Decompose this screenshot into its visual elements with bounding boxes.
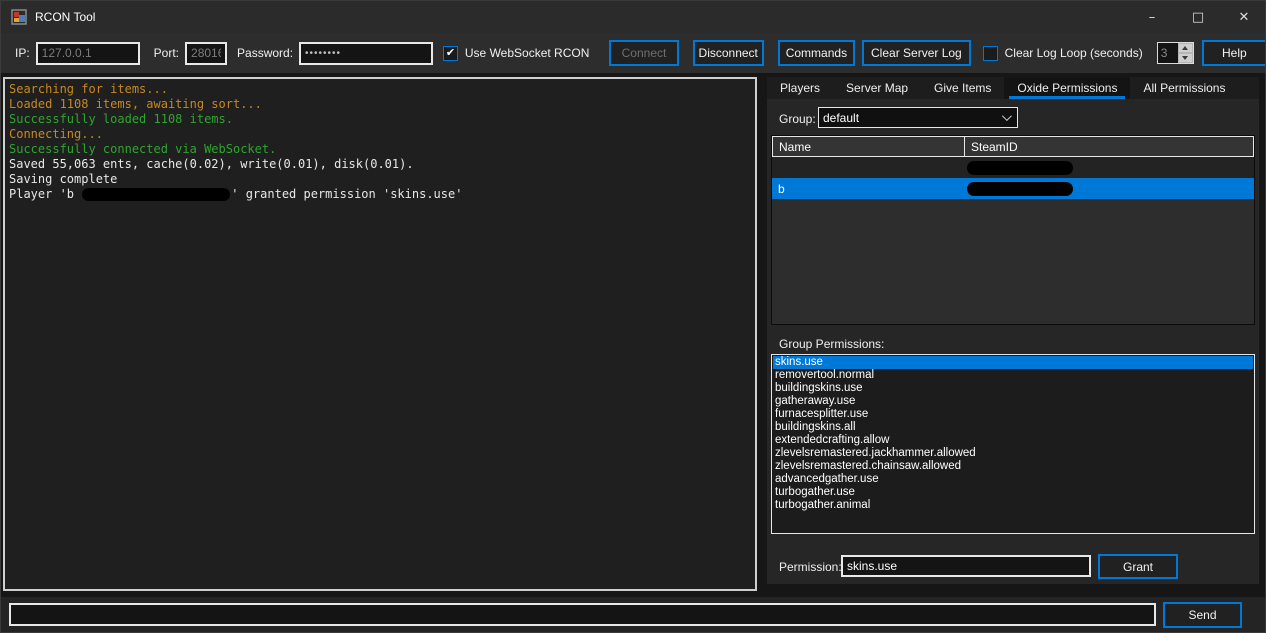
players-table-header: Name SteamID xyxy=(772,136,1254,157)
window-title: RCON Tool xyxy=(35,10,95,24)
player-name-cell xyxy=(772,157,964,178)
ip-input[interactable] xyxy=(36,42,140,65)
connect-button: Connect xyxy=(609,40,678,66)
column-header-steamid[interactable]: SteamID xyxy=(965,137,1253,156)
stepper-down-button[interactable] xyxy=(1178,53,1193,63)
permission-item[interactable]: turbogather.animal xyxy=(773,499,1253,512)
permission-item[interactable]: extendedcrafting.allow xyxy=(773,434,1253,447)
log-line: Saved 55,063 ents, cache(0.02), write(0.… xyxy=(9,157,751,172)
permission-item[interactable]: gatheraway.use xyxy=(773,395,1253,408)
permission-item[interactable]: advancedgather.use xyxy=(773,473,1253,486)
tab-give-items[interactable]: Give Items xyxy=(921,77,1004,99)
tab-server-map[interactable]: Server Map xyxy=(833,77,921,99)
permission-item[interactable]: zlevelsremastered.chainsaw.allowed xyxy=(773,460,1253,473)
redacted-steamid xyxy=(967,161,1073,175)
tab-players[interactable]: Players xyxy=(767,77,833,99)
help-button[interactable]: Help xyxy=(1202,40,1266,66)
player-steamid-cell xyxy=(964,157,1254,178)
permission-item[interactable]: furnacesplitter.use xyxy=(773,408,1253,421)
app-icon xyxy=(11,9,27,25)
column-header-name[interactable]: Name xyxy=(773,137,965,156)
player-row[interactable]: b xyxy=(772,178,1254,199)
disconnect-button[interactable]: Disconnect xyxy=(693,40,764,66)
server-log[interactable]: Searching for items...Loaded 1108 items,… xyxy=(3,77,757,591)
password-input[interactable] xyxy=(299,42,433,65)
log-line: Successfully loaded 1108 items. xyxy=(9,112,751,127)
group-select[interactable]: default xyxy=(818,107,1018,128)
permission-label: Permission: xyxy=(779,560,842,574)
send-button[interactable]: Send xyxy=(1163,602,1242,628)
permission-item[interactable]: buildingskins.use xyxy=(773,382,1253,395)
clear-log-loop-checkbox[interactable] xyxy=(983,46,998,61)
log-line: Searching for items... xyxy=(9,82,751,97)
password-label: Password: xyxy=(237,46,293,60)
websocket-label: Use WebSocket RCON xyxy=(465,46,589,60)
port-input[interactable] xyxy=(185,42,227,65)
permission-item[interactable]: turbogather.use xyxy=(773,486,1253,499)
tab-oxide-permissions[interactable]: Oxide Permissions xyxy=(1004,77,1130,99)
title-bar: RCON Tool – □ ✕ xyxy=(1,1,1266,33)
port-label: Port: xyxy=(154,46,179,60)
arrow-up-icon xyxy=(1182,46,1188,50)
players-table-body: b xyxy=(772,157,1254,199)
permission-item[interactable]: zlevelsremastered.jackhammer.allowed xyxy=(773,447,1253,460)
commands-button[interactable]: Commands xyxy=(778,40,855,66)
permission-input[interactable] xyxy=(841,555,1091,577)
minimize-icon: – xyxy=(1149,10,1156,25)
log-line: Saving complete xyxy=(9,172,751,187)
clear-server-log-button[interactable]: Clear Server Log xyxy=(862,40,971,66)
stepper-up-button[interactable] xyxy=(1178,43,1193,53)
group-selected-value: default xyxy=(823,111,859,125)
right-tab-control: PlayersServer MapGive ItemsOxide Permiss… xyxy=(767,77,1259,591)
rcon-tool-window: RCON Tool – □ ✕ IP: Port: Password: ✔ Us… xyxy=(0,0,1266,633)
command-input[interactable] xyxy=(9,603,1156,626)
chevron-down-icon xyxy=(1002,111,1012,121)
maximize-button[interactable]: □ xyxy=(1175,1,1221,33)
loop-seconds-stepper: 3 xyxy=(1157,42,1194,64)
log-line: Loaded 1108 items, awaiting sort... xyxy=(9,97,751,112)
grant-button[interactable]: Grant xyxy=(1098,554,1178,579)
close-button[interactable]: ✕ xyxy=(1221,1,1266,33)
log-line: Player 'b ' granted permission 'skins.us… xyxy=(9,187,751,202)
minimize-button[interactable]: – xyxy=(1129,1,1175,33)
group-permissions-label: Group Permissions: xyxy=(779,337,884,351)
log-line: Successfully connected via WebSocket. xyxy=(9,142,751,157)
ip-label: IP: xyxy=(15,46,30,60)
check-icon: ✔ xyxy=(446,48,455,59)
arrow-down-icon xyxy=(1182,56,1188,60)
maximize-icon: □ xyxy=(1192,10,1204,25)
group-permissions-list[interactable]: skins.useremovertool.normalbuildingskins… xyxy=(771,354,1255,534)
tab-all-permissions[interactable]: All Permissions xyxy=(1130,77,1238,99)
player-row[interactable] xyxy=(772,157,1254,178)
redacted-text xyxy=(82,188,230,201)
player-name-cell: b xyxy=(772,178,964,199)
permission-item[interactable]: skins.use xyxy=(773,356,1253,369)
permission-item[interactable]: removertool.normal xyxy=(773,369,1253,382)
log-line: Connecting... xyxy=(9,127,751,142)
group-label: Group: xyxy=(779,112,816,126)
close-icon: ✕ xyxy=(1239,10,1250,25)
tab-strip: PlayersServer MapGive ItemsOxide Permiss… xyxy=(767,77,1259,99)
redacted-steamid xyxy=(967,182,1073,196)
command-bar: Send xyxy=(1,597,1266,633)
window-controls: – □ ✕ xyxy=(1129,1,1266,33)
permission-item[interactable]: buildingskins.all xyxy=(773,421,1253,434)
connection-toolbar: IP: Port: Password: ✔ Use WebSocket RCON… xyxy=(1,33,1266,73)
clear-log-loop-label: Clear Log Loop (seconds) xyxy=(1005,46,1143,60)
players-table: Name SteamID b xyxy=(771,135,1255,325)
player-steamid-cell xyxy=(964,178,1254,199)
oxide-permissions-panel: Group: default Name SteamID b Group Perm… xyxy=(767,99,1259,584)
websocket-checkbox[interactable]: ✔ xyxy=(443,46,458,61)
loop-seconds-value: 3 xyxy=(1158,43,1178,63)
